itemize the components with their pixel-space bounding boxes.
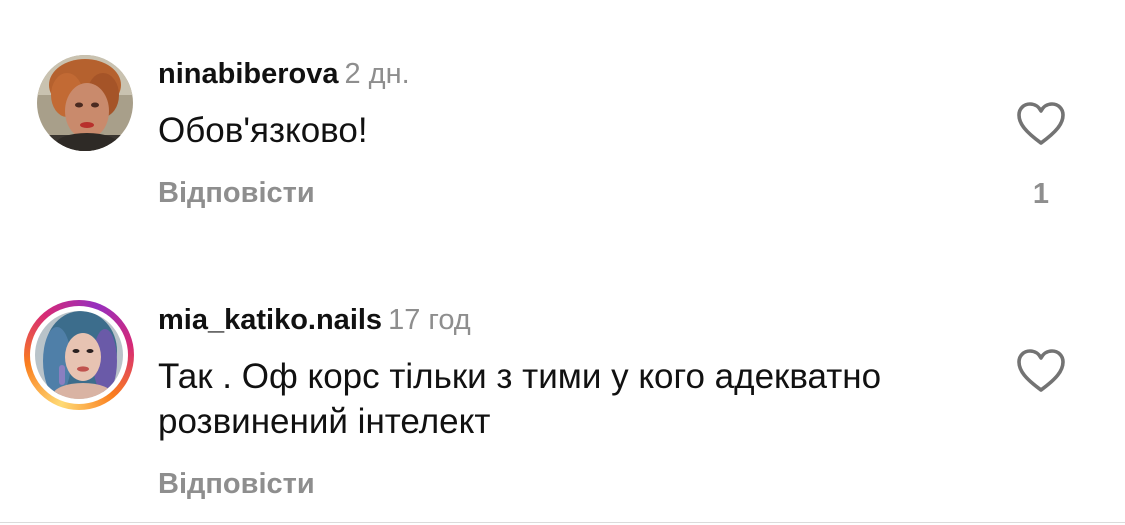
- timestamp: 17 год: [388, 304, 471, 336]
- avatar-ring-gap: [30, 306, 128, 404]
- avatar[interactable]: [37, 55, 133, 151]
- comment-text: Обов'язково!: [158, 111, 368, 150]
- avatar-image: [37, 55, 133, 151]
- heart-outline-icon[interactable]: [1016, 101, 1066, 147]
- comment-header: mia_katiko.nails 17 год: [158, 302, 471, 338]
- avatar-story-ring[interactable]: [24, 300, 134, 410]
- timestamp: 2 дн.: [344, 58, 410, 90]
- reply-button[interactable]: Відповісти: [158, 177, 315, 210]
- username[interactable]: mia_katiko.nails: [158, 304, 382, 336]
- comment-text: Так . Оф корс тільки з тими у кого адекв…: [158, 357, 882, 441]
- comment-item: ninabiberova 2 дн. Обов'язково! Відповіст…: [0, 0, 1125, 250]
- heart-outline-icon[interactable]: [1016, 348, 1066, 394]
- avatar: [35, 311, 123, 399]
- reply-button[interactable]: Відповісти: [158, 468, 315, 501]
- comment-item: mia_katiko.nails 17 год Так . Оф корс тіл…: [0, 250, 1125, 525]
- username[interactable]: ninabiberova: [158, 58, 339, 90]
- comment-header: ninabiberova 2 дн.: [158, 56, 410, 92]
- avatar-image: [35, 311, 123, 399]
- divider: [0, 522, 1125, 523]
- like-count[interactable]: 1: [1016, 178, 1066, 211]
